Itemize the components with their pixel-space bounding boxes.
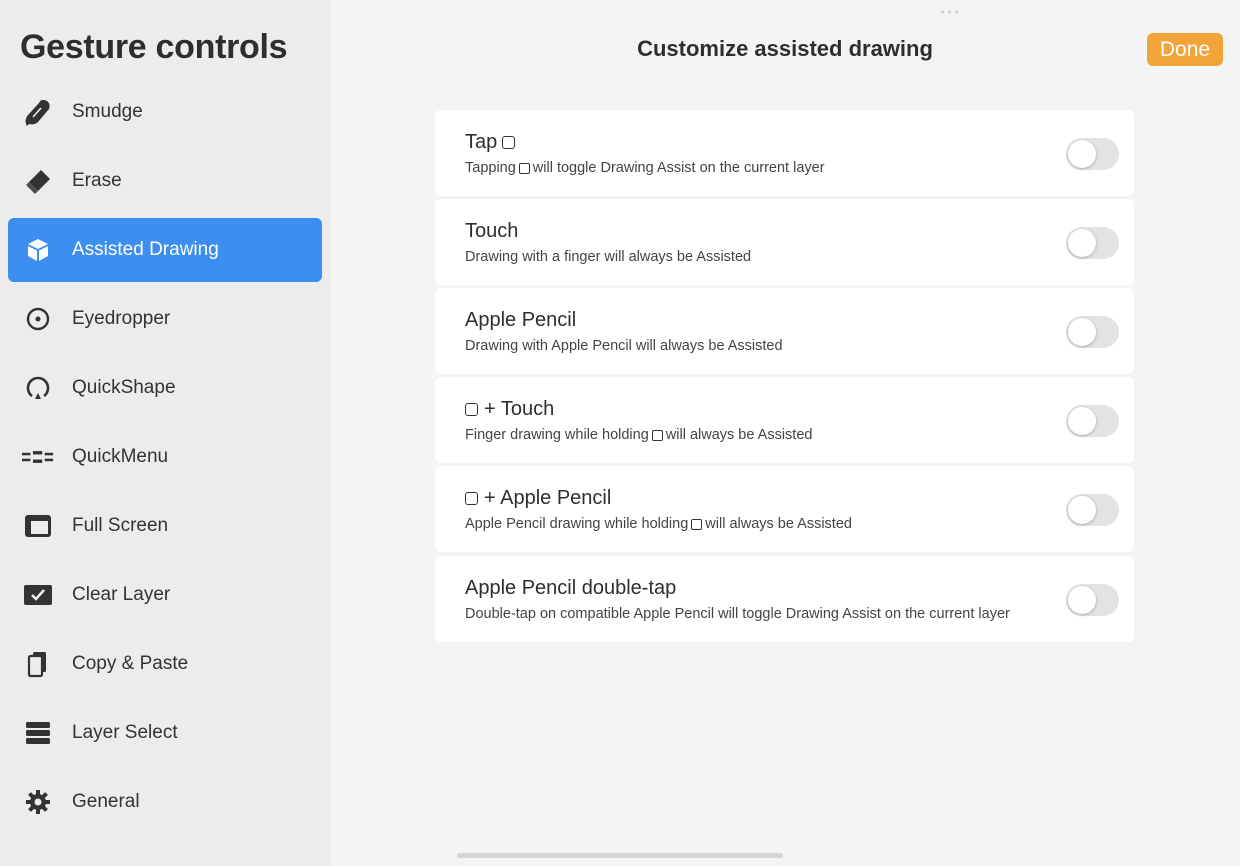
layers-icon [22,717,54,749]
sidebar-item-copy-paste[interactable]: Copy & Paste [8,632,322,696]
sidebar-item-quickmenu[interactable]: QuickMenu [8,425,322,489]
sidebar-item-label: Assisted Drawing [72,239,219,260]
modifier-key-icon [691,518,703,530]
sidebar-item-label: QuickMenu [72,446,169,467]
checkbox-icon [22,579,54,611]
tap-toggle[interactable] [1066,138,1119,170]
option-description: Double-tap on compatible Apple Pencil wi… [465,606,1010,622]
option-description: Drawing with Apple Pencil will always be… [465,338,783,354]
sidebar-item-label: Layer Select [72,722,178,743]
modifier-touch-toggle[interactable] [1066,405,1119,437]
sidebar-item-eyedropper[interactable]: Eyedropper [8,287,322,351]
modifier-key-icon [502,136,516,149]
option-title: Apple Pencil double-tap [465,577,677,599]
modifier-key-icon [465,403,478,416]
modifier-key-icon [518,162,530,174]
sidebar-item-clear-layer[interactable]: Clear Layer [8,563,322,627]
sidebar-item-label: Smudge [72,101,143,122]
option-row-modifier-touch: + Touch Finger drawing while holding will… [435,377,1134,463]
sidebar-item-label: Full Screen [72,515,169,536]
done-button[interactable]: Done [1147,33,1223,66]
modifier-apple-pencil-toggle[interactable] [1066,494,1119,526]
toggle-knob [1068,318,1096,346]
option-title: Tap [465,131,519,154]
sidebar-title: Gesture controls [20,28,288,66]
sidebar-item-label: Erase [72,170,122,191]
sidebar-item-label: Copy & Paste [72,653,189,674]
option-description: Drawing with a finger will always be Ass… [465,249,752,265]
gear-icon [22,786,54,818]
smudge-icon [22,96,54,128]
home-indicator [457,853,783,858]
sidebar-item-label: Eyedropper [72,308,171,329]
page-title: Customize assisted drawing [637,36,933,61]
sidebar-item-label: QuickShape [72,377,176,398]
sidebar-item-full-screen[interactable]: Full Screen [8,494,322,558]
sidebar-item-layer-select[interactable]: Layer Select [8,701,322,765]
option-title: Touch [465,220,519,242]
option-row-modifier-apple-pencil: + Apple Pencil Apple Pencil drawing whil… [435,466,1134,552]
double-tap-toggle[interactable] [1066,584,1119,616]
option-row-touch: Touch Drawing with a finger will always … [435,199,1134,285]
sidebar-item-general[interactable]: General [8,770,322,834]
option-description: Finger drawing while holding will always … [465,427,813,443]
quickshape-icon [22,372,54,404]
option-title: Apple Pencil [465,309,577,331]
toggle-knob [1068,407,1096,435]
option-row-tap: Tap Tapping will toggle Drawing Assist on… [435,110,1134,196]
fullscreen-icon [22,510,54,542]
copy-icon [22,648,54,680]
toggle-knob [1068,229,1096,257]
option-description: Tapping will toggle Drawing Assist on the… [465,160,825,176]
modifier-key-icon [465,492,478,505]
eraser-icon [22,165,54,197]
option-row-double-tap: Apple Pencil double-tap Double-tap on co… [435,556,1134,642]
sidebar-item-label: General [72,791,140,812]
sheet-grabber[interactable] [939,10,961,14]
sidebar-item-erase[interactable]: Erase [8,149,322,213]
sidebar-item-quickshape[interactable]: QuickShape [8,356,322,420]
apple-pencil-toggle[interactable] [1066,316,1119,348]
option-title: + Apple Pencil [465,487,611,510]
option-title: + Touch [465,398,554,421]
eyedropper-icon [22,303,54,335]
modifier-key-icon [651,429,663,441]
option-description: Apple Pencil drawing while holding will a… [465,516,852,532]
sidebar-item-assisted-drawing[interactable]: Assisted Drawing [8,218,322,282]
sidebar-item-label: Clear Layer [72,584,171,605]
cube-icon [22,234,54,266]
option-row-apple-pencil: Apple Pencil Drawing with Apple Pencil w… [435,288,1134,374]
toggle-knob [1068,496,1096,524]
sidebar: Gesture controls Smudge Erase Assisted D… [0,0,330,866]
sidebar-item-smudge[interactable]: Smudge [8,80,322,144]
touch-toggle[interactable] [1066,227,1119,259]
toggle-knob [1068,586,1096,614]
quickmenu-icon [22,441,54,473]
toggle-knob [1068,140,1096,168]
